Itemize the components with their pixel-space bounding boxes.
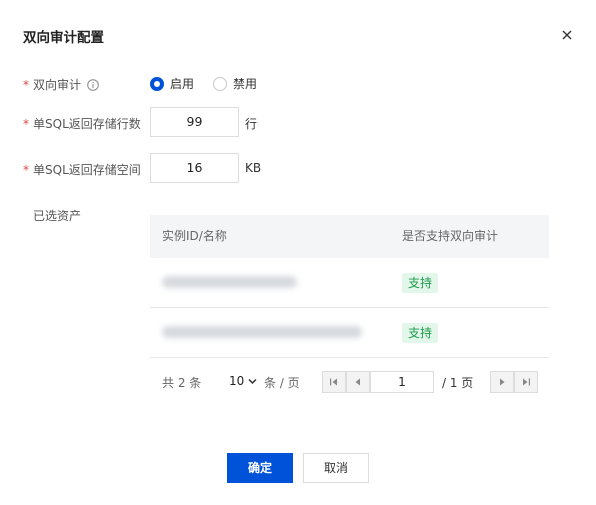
- instance-redacted: [162, 326, 362, 338]
- storage-limit-label: 单SQL返回存储空间: [33, 163, 141, 177]
- support-tag: 支持: [402, 323, 439, 343]
- dialog-title: 双向审计配置: [23, 30, 104, 46]
- table-row[interactable]: 支持: [150, 258, 549, 308]
- support-tag: 支持: [402, 273, 439, 293]
- next-page-icon: [500, 378, 505, 386]
- table-header: 实例ID/名称 是否支持双向审计: [150, 215, 549, 258]
- rows-limit-unit: 行: [245, 117, 258, 131]
- total-count: 共 2 条: [162, 376, 202, 390]
- next-page-button[interactable]: [490, 371, 514, 393]
- required-mark: *: [23, 78, 29, 92]
- page-size-value: 10: [229, 374, 245, 388]
- assets-table: 实例ID/名称 是否支持双向审计 支持 支持 共 2 条 10 条 / 页 1 …: [150, 215, 549, 406]
- header-instance: 实例ID/名称: [162, 229, 227, 243]
- total-pages: / 1 页: [442, 376, 474, 390]
- required-mark: *: [23, 117, 29, 131]
- radio-enable[interactable]: 启用: [150, 75, 194, 92]
- last-page-icon: [523, 378, 530, 386]
- storage-limit-label-group: * 单SQL返回存储空间: [23, 161, 141, 178]
- page-number-input[interactable]: 1: [370, 371, 434, 393]
- storage-limit-unit: KB: [245, 161, 262, 175]
- first-page-button[interactable]: [322, 371, 346, 393]
- rows-limit-label: 单SQL返回存储行数: [33, 117, 141, 131]
- prev-page-icon: [355, 378, 360, 386]
- pagination: 共 2 条 10 条 / 页 1 / 1 页: [150, 358, 549, 406]
- close-icon[interactable]: [559, 27, 575, 43]
- audit-label-group: * 双向审计: [23, 76, 99, 93]
- assets-label: 已选资产: [33, 209, 82, 223]
- radio-disable[interactable]: 禁用: [213, 75, 257, 92]
- chevron-down-icon: [248, 374, 257, 388]
- table-row[interactable]: 支持: [150, 308, 549, 358]
- rows-limit-label-group: * 单SQL返回存储行数: [23, 115, 141, 132]
- storage-limit-input[interactable]: 16: [150, 153, 239, 183]
- instance-redacted: [162, 276, 297, 288]
- rows-limit-input[interactable]: 99: [150, 107, 239, 137]
- info-circle-icon[interactable]: [87, 79, 99, 91]
- cancel-button[interactable]: 取消: [303, 453, 369, 483]
- radio-enable-dot[interactable]: [150, 76, 164, 91]
- page-size-select[interactable]: 10: [229, 374, 257, 388]
- radio-disable-label: 禁用: [233, 77, 258, 91]
- last-page-button[interactable]: [514, 371, 538, 393]
- header-support: 是否支持双向审计: [402, 229, 499, 243]
- page-size-suffix: 条 / 页: [264, 376, 300, 390]
- radio-enable-label: 启用: [170, 77, 195, 91]
- prev-page-button[interactable]: [346, 371, 370, 393]
- audit-label: 双向审计: [33, 78, 82, 92]
- required-mark: *: [23, 163, 29, 177]
- first-page-icon: [330, 378, 337, 386]
- confirm-button[interactable]: 确定: [227, 453, 293, 483]
- radio-disable-dot[interactable]: [213, 76, 227, 91]
